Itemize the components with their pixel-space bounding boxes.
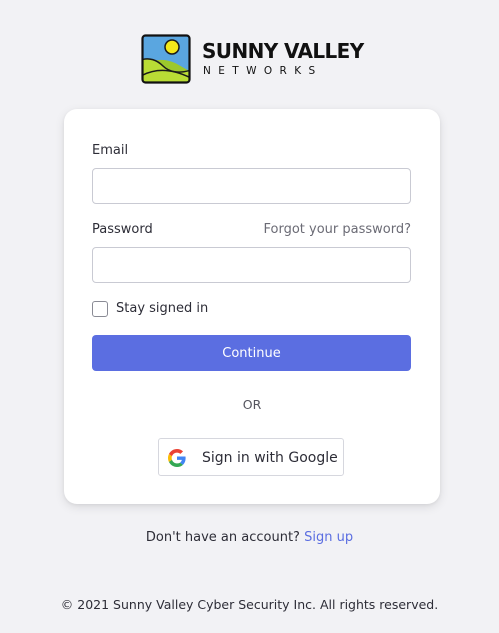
signup-prompt: Don't have an account? bbox=[145, 530, 300, 545]
email-field[interactable] bbox=[92, 168, 411, 204]
google-g-icon bbox=[168, 449, 186, 467]
brand-name: SUNNY VALLEY bbox=[202, 39, 364, 63]
brand-subtitle: NETWORKS bbox=[203, 65, 323, 77]
password-field[interactable] bbox=[92, 247, 411, 283]
sunny-valley-logo-icon bbox=[141, 34, 191, 84]
stay-signed-in-checkbox[interactable] bbox=[92, 301, 108, 317]
continue-button-label: Continue bbox=[222, 345, 281, 361]
continue-button[interactable]: Continue bbox=[92, 335, 411, 371]
google-signin-button[interactable]: Sign in with Google bbox=[158, 438, 344, 476]
login-card: Email Password Forgot your password? Sta… bbox=[64, 109, 440, 504]
password-label: Password bbox=[92, 222, 153, 237]
footer-copyright: © 2021 Sunny Valley Cyber Security Inc. … bbox=[60, 597, 439, 612]
google-signin-label: Sign in with Google bbox=[202, 450, 338, 466]
stay-signed-in-label: Stay signed in bbox=[116, 301, 209, 316]
forgot-password-link[interactable]: Forgot your password? bbox=[263, 222, 411, 238]
email-label: Email bbox=[92, 143, 129, 158]
signup-prompt-row: Don't have an account? Sign up bbox=[0, 530, 499, 546]
signup-link[interactable]: Sign up bbox=[304, 530, 353, 545]
brand-logo: SUNNY VALLEY NETWORKS bbox=[141, 34, 366, 86]
or-divider-text: OR bbox=[242, 397, 262, 412]
